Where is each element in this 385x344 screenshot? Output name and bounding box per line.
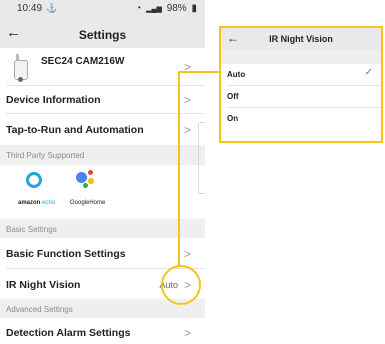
google-assistant-icon[interactable] xyxy=(76,170,98,190)
ir-night-vision-label: IR Night Vision xyxy=(6,279,81,291)
device-name: SEC24 CAM216W xyxy=(41,56,125,67)
google-home-label: GoogleHome xyxy=(70,200,106,206)
checkmark-icon: ✓ xyxy=(364,67,373,78)
signal-icon: ▂▄▆ xyxy=(146,6,162,13)
section-label: Basic Settings xyxy=(6,225,57,234)
device-row[interactable]: SEC24 CAM216W > xyxy=(0,48,205,84)
amazon-echo-label: amazon echo xyxy=(18,200,56,206)
battery-percent: 98% xyxy=(166,3,187,14)
nav-bar: ← Settings xyxy=(0,18,205,48)
wifi-icon: ◔ xyxy=(135,3,142,14)
basic-function-label: Basic Function Settings xyxy=(6,248,126,260)
page-title: Settings xyxy=(78,28,127,42)
status-bar: 10:49 ⚓ ◔ ▂▄▆ 98% ▮ xyxy=(0,0,205,18)
chevron-right-icon: > xyxy=(183,247,191,261)
popup-nav-bar: ← IR Night Vision xyxy=(221,28,381,50)
chevron-right-icon: > xyxy=(183,326,191,340)
option-label: Auto xyxy=(227,70,246,79)
tap-to-run-label: Tap-to-Run and Automation xyxy=(6,124,144,136)
option-label: On xyxy=(227,114,239,123)
status-right-cluster: ◔ ▂▄▆ 98% ▮ xyxy=(133,3,197,14)
option-auto[interactable]: Auto ✓ xyxy=(221,64,381,86)
section-label: Third Party Supported xyxy=(6,151,85,160)
callout-highlight-circle xyxy=(161,265,201,305)
scroll-indicator xyxy=(198,122,205,194)
section-label: Advanced Settings xyxy=(6,305,73,314)
ship-notification-icon: ⚓ xyxy=(46,3,58,13)
basic-function-row[interactable]: Basic Function Settings > xyxy=(0,238,205,268)
section-basic: Basic Settings xyxy=(0,219,205,238)
option-on[interactable]: On xyxy=(221,108,381,130)
option-off[interactable]: Off xyxy=(221,86,381,108)
detection-alarm-label: Detection Alarm Settings xyxy=(6,327,131,339)
ir-night-vision-popup: ← IR Night Vision Auto ✓ Off On xyxy=(219,26,383,143)
popup-title: IR Night Vision xyxy=(269,34,333,44)
amazon-echo-icon[interactable] xyxy=(26,172,42,188)
chevron-right-icon: > xyxy=(183,123,191,137)
section-third-party: Third Party Supported xyxy=(0,145,205,165)
chevron-right-icon: > xyxy=(183,93,191,107)
detection-alarm-row[interactable]: Detection Alarm Settings > xyxy=(0,318,205,344)
battery-icon: ▮ xyxy=(191,3,197,14)
tap-to-run-row[interactable]: Tap-to-Run and Automation > xyxy=(0,114,205,144)
status-time: 10:49 xyxy=(17,3,43,14)
option-label: Off xyxy=(227,92,239,101)
popup-spacer xyxy=(221,50,381,64)
device-information-row[interactable]: Device Information > xyxy=(0,86,205,112)
chevron-right-icon: > xyxy=(183,60,191,74)
camera-icon xyxy=(14,54,28,82)
device-information-label: Device Information xyxy=(6,94,101,106)
